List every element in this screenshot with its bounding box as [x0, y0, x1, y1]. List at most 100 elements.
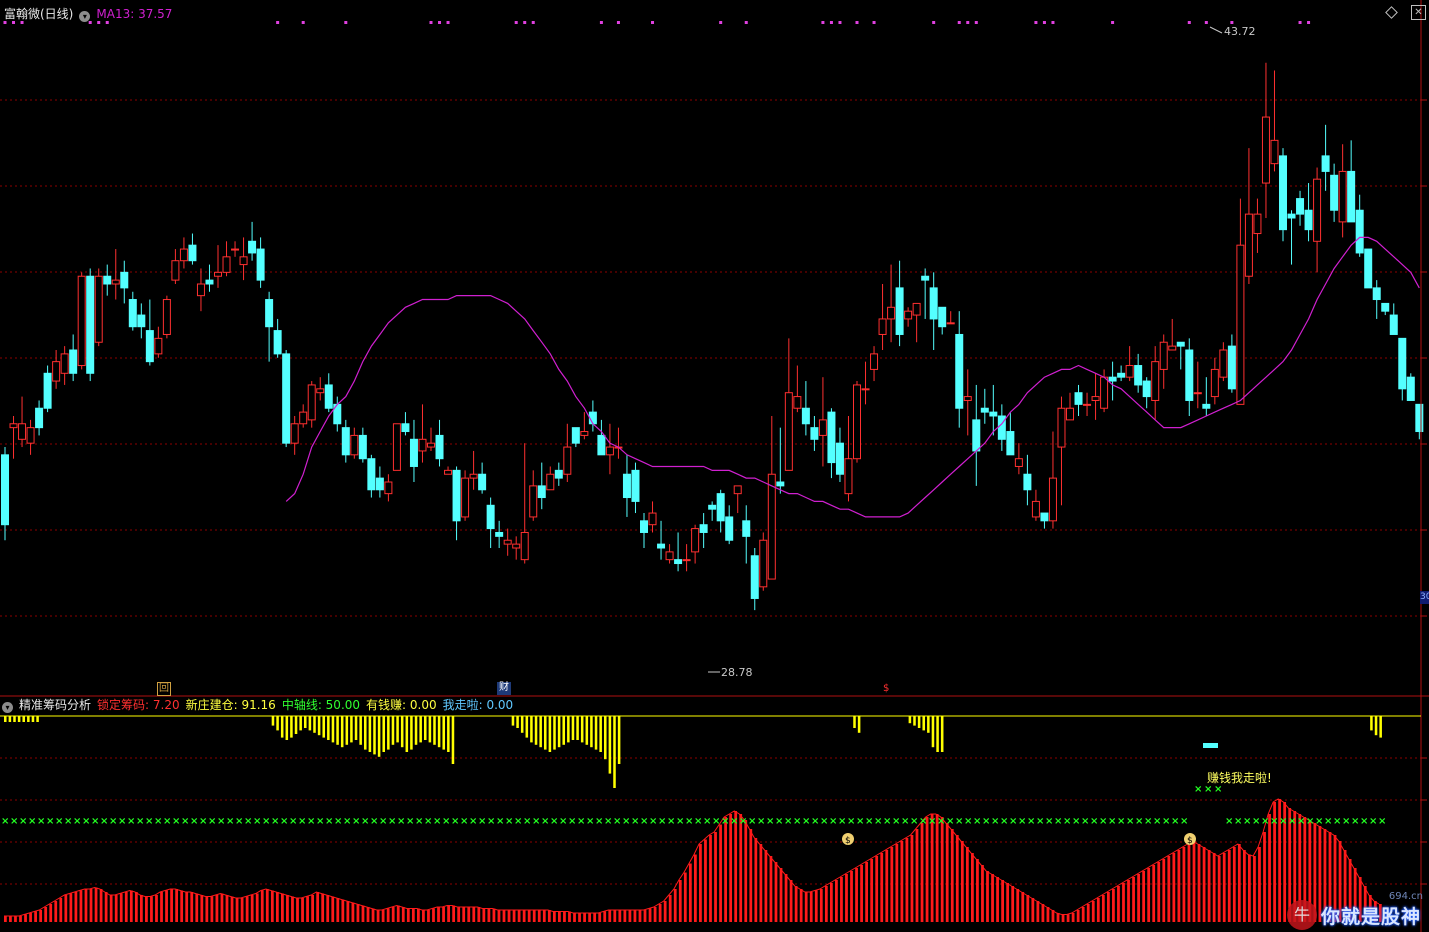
chip-bar: [442, 907, 445, 922]
candle-body: [469, 473, 478, 479]
axis-cross: ×: [730, 816, 738, 827]
candle-body: [69, 349, 78, 374]
chip-bar: [638, 910, 642, 922]
chip-bar: [366, 907, 370, 922]
candle-body: [1381, 302, 1390, 312]
candle-body: [1347, 170, 1356, 223]
dot-marker: [651, 21, 655, 24]
chip-bar: [1066, 914, 1070, 922]
candle-body: [1091, 396, 1100, 401]
chip-bar: [134, 892, 138, 922]
candle-body: [648, 512, 657, 526]
chip-bar: [1152, 865, 1156, 922]
axis-cross: ×: [154, 816, 162, 827]
chip-bar: [724, 817, 727, 922]
settings-dropdown-icon[interactable]: ▾: [79, 11, 91, 22]
chip-bar: [905, 838, 909, 922]
finance-marker[interactable]: 财: [497, 682, 511, 695]
chip-bar: [361, 905, 365, 922]
lock-bar: [280, 716, 284, 738]
candle-body: [818, 419, 827, 436]
lock-bar: [331, 716, 335, 743]
chip-bar: [502, 910, 506, 922]
chip-bar: [4, 916, 7, 922]
close-icon[interactable]: ✕: [1411, 5, 1426, 20]
lock-bar: [908, 716, 912, 724]
lock-bar: [1370, 716, 1373, 731]
axis-cross: ×: [694, 816, 702, 827]
candle-body: [1236, 244, 1245, 405]
lock-bar: [580, 716, 584, 743]
event-box-marker[interactable]: 回: [157, 682, 171, 696]
chip-bar: [845, 874, 848, 922]
chip-bar: [497, 910, 501, 922]
lock-bar: [599, 716, 602, 752]
dot-marker: [872, 21, 876, 24]
stock-label[interactable]: 富翰微(日线): [4, 7, 73, 21]
lock-bar: [530, 716, 533, 743]
chip-bar: [1081, 907, 1085, 922]
axis-cross: ×: [1204, 784, 1212, 795]
candle-body: [921, 275, 930, 281]
chip-bar: [744, 820, 748, 922]
lock-bar: [534, 716, 538, 745]
dot-marker: [344, 21, 348, 24]
svg-text:$: $: [845, 836, 851, 846]
axis-cross: ×: [1072, 816, 1080, 827]
axis-cross: ×: [550, 816, 558, 827]
lock-bar: [433, 716, 436, 745]
chip-bar: [44, 907, 48, 922]
lock-bar: [511, 716, 515, 726]
candle-body: [733, 485, 742, 495]
lock-bar: [853, 716, 856, 728]
candle-body: [1202, 403, 1211, 409]
axis-cross: ×: [568, 816, 576, 827]
axis-cross: ×: [397, 816, 405, 827]
candle-body: [1304, 209, 1313, 231]
chip-bar: [301, 898, 304, 922]
chip-bar: [885, 850, 889, 922]
axis-cross: ×: [1252, 816, 1260, 827]
axis-cross: ×: [541, 816, 549, 827]
axis-cross: ×: [1054, 816, 1062, 827]
chip-bar: [180, 890, 184, 922]
axis-cross: ×: [1360, 816, 1368, 827]
candle-body: [1313, 178, 1322, 242]
chip-bar: [643, 910, 647, 922]
chip-bar: [673, 889, 677, 922]
lock-bar: [414, 716, 418, 745]
lock-bar: [36, 716, 39, 722]
candle-body: [60, 353, 69, 374]
lock-chip-value: 锁定筹码: 7.20: [97, 698, 180, 712]
axis-cross: ×: [1135, 816, 1143, 827]
dot-marker: [514, 21, 518, 24]
chip-bar: [275, 892, 279, 922]
dot-marker: [446, 21, 450, 24]
axis-cross: ×: [856, 816, 864, 827]
candle-body: [77, 275, 86, 367]
indicator-dropdown-icon[interactable]: ▾: [2, 702, 13, 713]
candle-body: [810, 427, 819, 440]
indicator-name[interactable]: 精准筹码分析: [19, 698, 91, 712]
chip-bar: [870, 859, 874, 922]
dollar-marker[interactable]: $: [883, 683, 889, 695]
axis-cross: ×: [19, 816, 27, 827]
candle-body: [1108, 376, 1117, 382]
lock-bar: [317, 716, 321, 736]
chip-bar: [704, 839, 707, 922]
axis-cross: ×: [190, 816, 198, 827]
lock-bar: [451, 716, 455, 764]
chip-bar: [709, 835, 712, 922]
chip-bar: [915, 829, 919, 922]
rich-value: 有钱赚: 0.00: [366, 698, 437, 712]
chip-bar: [1021, 892, 1025, 922]
chip-bar: [331, 896, 335, 922]
axis-cross: ×: [712, 816, 720, 827]
lock-bar: [391, 716, 395, 745]
candle-body: [1074, 392, 1083, 405]
chip-bar: [139, 895, 143, 922]
lock-bar: [857, 716, 861, 733]
axis-cross: ×: [595, 816, 603, 827]
candle-body: [759, 539, 768, 588]
candle-body: [367, 458, 376, 491]
